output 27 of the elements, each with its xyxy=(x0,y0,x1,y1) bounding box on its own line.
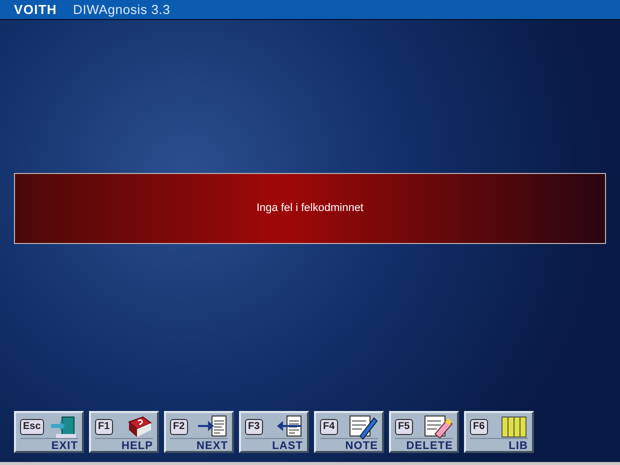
function-key-button[interactable]: F4 NOTE xyxy=(314,411,384,453)
key-label: Esc xyxy=(20,418,44,434)
button-label: HELP xyxy=(121,439,153,453)
button-label: NEXT xyxy=(196,439,228,453)
button-label: LIB xyxy=(508,439,528,453)
key-label: F1 xyxy=(95,418,113,434)
arrow-right-document-icon xyxy=(198,414,228,440)
function-key-button[interactable]: F6 LIB xyxy=(464,411,534,453)
button-label: LAST xyxy=(272,439,303,453)
document-eraser-icon xyxy=(423,414,453,440)
button-label: EXIT xyxy=(51,439,78,453)
key-label: F4 xyxy=(320,418,338,434)
button-label: DELETE xyxy=(406,439,453,453)
function-key-button[interactable]: F2 NEXT xyxy=(164,411,234,453)
message-text: Inga fel i felkodminnet xyxy=(256,201,364,216)
function-key-button[interactable]: F1 HELP xyxy=(89,411,159,453)
button-label: NOTE xyxy=(345,439,378,453)
key-label: F6 xyxy=(470,418,488,434)
door-icon xyxy=(48,414,78,440)
key-label: F3 xyxy=(245,418,263,434)
function-key-button[interactable]: Esc EXIT xyxy=(14,411,84,453)
window-title: DIWAgnosis 3.3 xyxy=(72,0,170,19)
brand-name: VOITH xyxy=(14,0,57,19)
key-label: F2 xyxy=(170,418,188,434)
key-label: F5 xyxy=(395,418,413,434)
function-key-button[interactable]: F5 DELETE xyxy=(389,411,459,453)
function-key-button[interactable]: F3 LAST xyxy=(239,411,309,453)
